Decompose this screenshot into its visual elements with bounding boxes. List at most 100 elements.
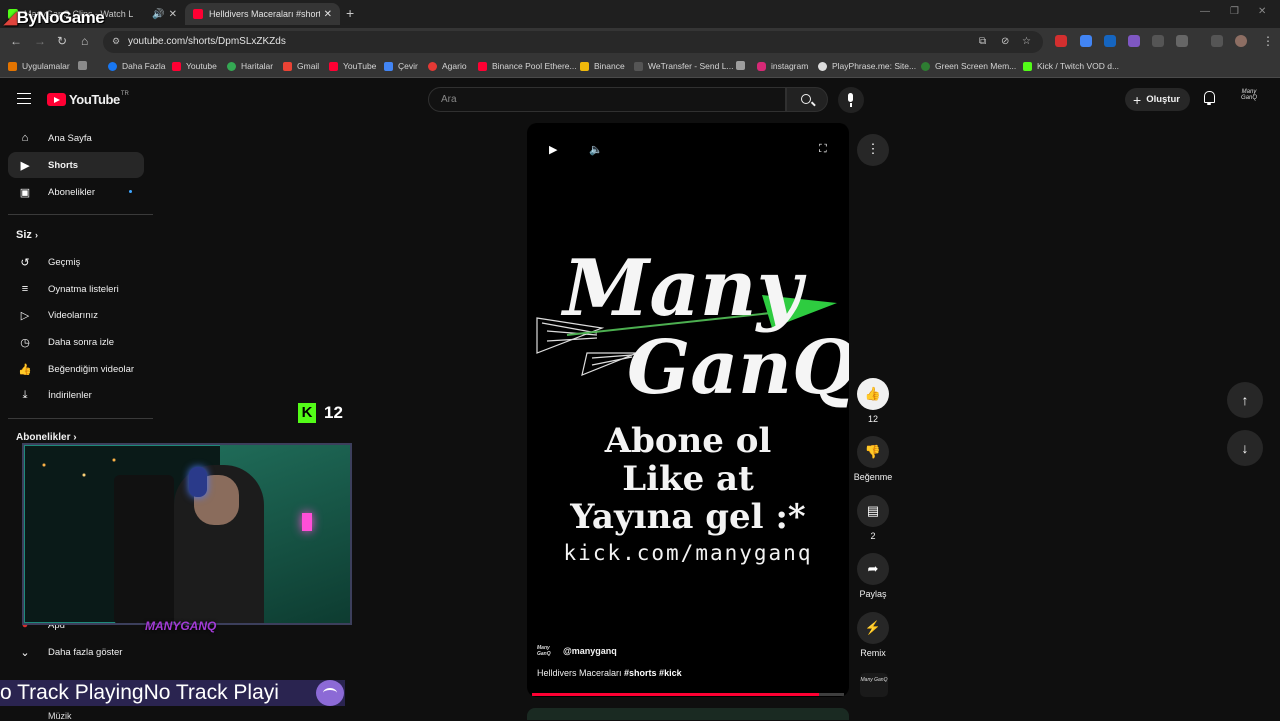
sound-avatar[interactable]: Many GanQ [860,673,888,697]
puzzle-icon[interactable] [1176,35,1188,47]
restore-icon[interactable]: ❐ [1230,6,1239,17]
sidebar-item-watch-later[interactable]: ◷ Daha sonra izle [8,329,144,355]
apps-grid-icon [8,61,17,71]
next-short-button[interactable]: ↓ [1227,430,1263,466]
stream-watermark: ◢ByNoGame [4,8,105,27]
search-input[interactable]: Ara [428,87,786,112]
forward-icon[interactable]: → [34,34,46,48]
url-field[interactable]: ⚙ youtube.com/shorts/DpmSLxZKZds ⧉ ⊘ ☆ [103,31,1043,53]
sidebar-item-subscriptions[interactable]: ▣ Abonelikler [8,179,144,205]
dislike-button[interactable]: 👎 Beğenme [851,436,895,482]
kick-logo-icon: K [298,403,316,423]
url-text: youtube.com/shorts/DpmSLxZKZds [128,36,286,47]
fullscreen-icon[interactable]: ⛶ [819,143,827,156]
bookmark-instagram[interactable]: instagram [757,61,808,71]
search-placeholder: Ara [441,94,457,105]
sidebar-item-your-videos[interactable]: ▷ Videolarınız [8,302,144,328]
menu-icon[interactable] [17,93,31,104]
comments-button[interactable]: ▤ 2 [851,495,895,541]
new-tab-button[interactable]: + [346,5,354,21]
minimize-icon[interactable]: — [1200,6,1210,17]
bookmark-gmail[interactable]: Gmail [283,61,319,71]
subscriptions-section-header[interactable]: Abonelikler › [16,432,77,443]
bookmark-binance-pool[interactable]: Binance Pool Ethere... [478,61,577,71]
microphone-icon[interactable] [838,87,864,113]
eye-off-icon[interactable]: ⊘ [1001,36,1009,47]
webcam-name-label: MANYGANQ [145,619,217,633]
youtube-icon [478,61,487,71]
sidebar-item-downloads[interactable]: ⤓ İndirilenler [8,382,144,408]
close-tab-icon[interactable]: ✕ [169,9,177,20]
share-icon: ➦ [857,553,889,585]
screenshot-extension-icon[interactable] [1152,35,1164,47]
bookmark-maps[interactable]: Haritalar [227,61,273,71]
facebook-icon [108,61,117,71]
sidebar-item-playlists[interactable]: ≡ Oynatma listeleri [8,276,144,302]
kebab-menu-icon[interactable]: ⋮ [1262,34,1274,48]
spotify-icon [316,680,344,706]
star-icon[interactable]: ☆ [1022,36,1031,47]
sidebar-item-shorts[interactable]: ▶ Shorts [8,152,144,178]
chevron-right-icon: › [34,230,38,240]
bookmark-agario[interactable]: Agario [428,61,467,71]
webcam-overlay [22,443,352,625]
profile-icon[interactable] [1235,35,1247,47]
tab-shorts[interactable]: Helldivers Maceraları #shorts ✕ [185,3,340,25]
next-short-preview[interactable] [527,708,849,720]
back-icon[interactable]: ← [10,34,22,48]
address-bar: ← → ↻ ⌂ ⚙ youtube.com/shorts/DpmSLxZKZds… [0,28,1280,56]
bookmark-kick[interactable]: Kick / Twitch VOD d... [1023,61,1119,71]
site-info-icon[interactable]: ⚙ [112,36,120,47]
close-tab-icon[interactable]: ✕ [324,9,332,20]
bookmark-youtube[interactable]: Youtube [172,61,217,71]
sidebar-item-home[interactable]: ⌂ Ana Sayfa [8,125,144,151]
headphones-icon [189,467,207,497]
browser-tab-bar: ManyGanQ Clips - Watch L 🔊 ✕ Helldivers … [0,0,1280,28]
like-button[interactable]: 👍 12 [851,378,895,424]
youtube-header: YouTube TR Ara + Oluştur Many GanQ [0,78,1280,120]
sidebar-item-history[interactable]: ↺ Geçmiş [8,249,144,275]
bookmark-document[interactable] [736,61,750,70]
progress-bar[interactable] [532,693,844,696]
apps-grid-icon[interactable] [78,61,92,70]
bookmark-translate[interactable]: Çevir [384,61,418,71]
bookmark-greenscreen[interactable]: Green Screen Mem... [921,61,1016,71]
bookmark-binance[interactable]: Binance [580,61,625,71]
hashtags[interactable]: #shorts #kick [624,668,682,678]
show-more-button[interactable]: ⌄ Daha fazla göster [8,639,144,665]
shorts-player[interactable]: ▶ 🔈 ⛶ Many GanQ Abone ol Like at Yayına … [527,123,849,697]
extension-new-icon[interactable] [1055,35,1067,47]
previous-short-button[interactable]: ↑ [1227,382,1263,418]
cast-icon[interactable]: ⧉ [979,36,986,47]
youtube-logo[interactable]: YouTube TR [47,91,129,107]
audio-extension-icon[interactable] [1104,35,1116,47]
volume-icon[interactable]: 🔈 [589,143,603,156]
you-section-header[interactable]: Siz › [16,229,38,241]
bookmark-playphrase[interactable]: PlayPhrase.me: Site... [818,61,916,71]
reading-list-icon[interactable] [1211,35,1223,47]
create-button[interactable]: + Oluştur [1125,88,1190,111]
bell-icon[interactable] [1203,91,1215,105]
remix-button[interactable]: ⚡ Remix [851,612,895,658]
bookmark-apps[interactable]: Uygulamalar [8,61,70,71]
thumbs-up-icon: 👍 [857,378,889,410]
pen-extension-icon[interactable] [1128,35,1140,47]
close-window-icon[interactable]: ✕ [1258,6,1266,17]
bookmarks-bar: Uygulamalar Daha Fazla Youtube Haritalar… [0,56,1280,78]
reload-icon[interactable]: ↻ [57,34,67,48]
avatar[interactable]: Many GanQ [1238,89,1260,109]
bookmark-daha-fazla[interactable]: Daha Fazla [108,61,165,71]
search-icon[interactable] [786,87,828,112]
translate-extension-icon[interactable] [1080,35,1092,47]
bookmark-youtube-2[interactable]: YouTube [329,61,376,71]
maps-icon [227,61,236,71]
sidebar-item-liked-videos[interactable]: 👍 Beğendiğim videolar [8,356,144,382]
speaker-icon[interactable]: 🔊 [152,9,164,20]
channel-link[interactable]: Many GanQ @manyganq [537,645,617,657]
share-button[interactable]: ➦ Paylaş [851,553,895,599]
bookmark-wetransfer[interactable]: WeTransfer - Send L... [634,61,734,71]
manyganq-logo: Many GanQ [536,243,849,411]
home-icon[interactable]: ⌂ [81,34,88,48]
more-options-icon[interactable]: ⋮ [857,134,889,166]
play-icon[interactable]: ▶ [549,143,557,156]
